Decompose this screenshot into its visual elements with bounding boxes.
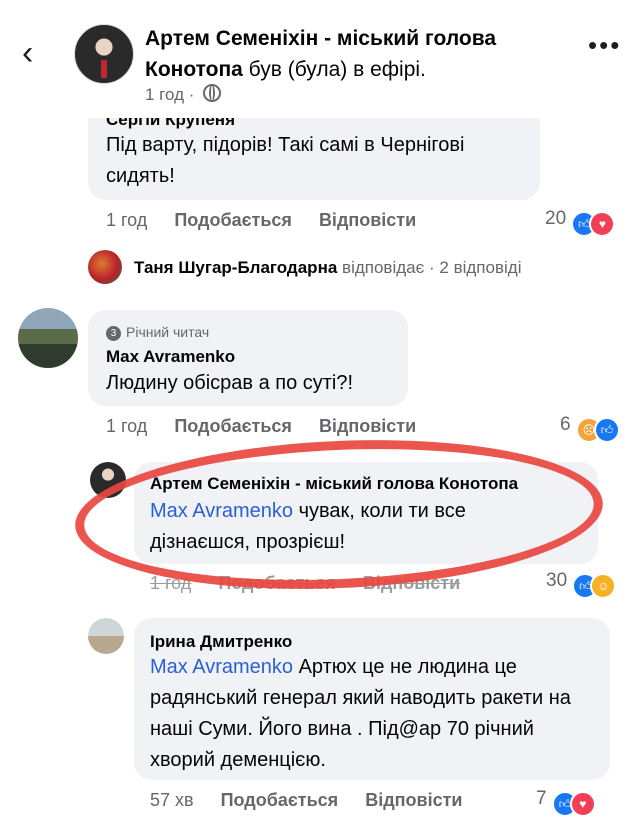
fan-badge: 3 Річний читач bbox=[106, 324, 209, 341]
comment-actions: 1 год Подобається Відповісти bbox=[150, 573, 482, 594]
like-button[interactable]: Подобається bbox=[221, 790, 339, 810]
comment-text: Людину обісрав а по суті?! bbox=[106, 372, 354, 394]
badge-icon: 3 bbox=[106, 326, 121, 341]
comment-text: Під варту, підорів! Такі самі в Чернігов… bbox=[106, 134, 465, 187]
like-reaction-icon: 👍︎ bbox=[593, 417, 620, 443]
view-replies-link[interactable]: Таня Шугар-Благодарна відповідає · 2 від… bbox=[134, 258, 521, 278]
reply-button[interactable]: Відповісти bbox=[365, 790, 462, 810]
post-meta: 1 год · bbox=[145, 84, 222, 105]
replies-count: · 2 відповіді bbox=[429, 258, 522, 277]
ellipsis-icon[interactable]: ••• bbox=[588, 30, 621, 61]
comment-time[interactable]: 57 хв bbox=[150, 790, 194, 810]
comment-bubble: 3 Річний читач Max Avramenko Людину обіср… bbox=[88, 310, 408, 406]
comment-actions: 1 год Подобається Відповісти bbox=[106, 210, 438, 231]
mention-link[interactable]: Max Avramenko bbox=[150, 500, 293, 522]
badge-label: Річний читач bbox=[126, 324, 210, 340]
comment-text: Max Avramenko Артюх це не людина це радя… bbox=[150, 652, 580, 776]
post-header: ‹ Артем Семеніхін - міський голова Конот… bbox=[0, 0, 638, 118]
comment-actions: 1 год Подобається Відповісти bbox=[106, 416, 438, 437]
replies-verb: відповідає bbox=[342, 258, 425, 277]
avatar[interactable] bbox=[88, 618, 124, 654]
reply-button[interactable]: Відповісти bbox=[319, 416, 416, 436]
post-time[interactable]: 1 год bbox=[145, 85, 184, 104]
reaction-summary[interactable]: 6 ☹ 👍︎ bbox=[560, 414, 620, 443]
comment-author[interactable]: Ірина Дмитренко bbox=[150, 632, 292, 652]
comment-author[interactable]: Артем Семеніхін - міський голова Конотоп… bbox=[150, 474, 590, 494]
replier-name: Таня Шугар-Благодарна bbox=[134, 258, 338, 277]
love-reaction-icon: ♥ bbox=[589, 211, 616, 237]
page-avatar[interactable] bbox=[74, 24, 134, 84]
avatar[interactable] bbox=[18, 308, 78, 368]
live-status-text: був (була) в ефірі. bbox=[242, 58, 426, 81]
reaction-count: 30 bbox=[546, 570, 568, 591]
comment-author[interactable]: Max Avramenko bbox=[106, 347, 235, 367]
like-button[interactable]: Подобається bbox=[174, 210, 292, 230]
comment-actions: 57 хв Подобається Відповісти bbox=[150, 790, 484, 811]
mention-link[interactable]: Max Avramenko bbox=[150, 656, 293, 678]
post-title: Артем Семеніхін - міський голова Конотоп… bbox=[145, 23, 585, 85]
reaction-count: 7 bbox=[536, 788, 547, 809]
comment-bubble: Ірина Дмитренко Max Avramenko Артюх це н… bbox=[134, 618, 610, 780]
like-button[interactable]: Подобається bbox=[218, 573, 336, 593]
reaction-summary[interactable]: 7 👍︎ ♥ bbox=[536, 788, 596, 817]
comment-time[interactable]: 1 год bbox=[106, 210, 147, 230]
avatar[interactable] bbox=[88, 250, 122, 284]
comment-text: Max Avramenko чувак, коли ти все дізнаєш… bbox=[150, 496, 570, 558]
love-reaction-icon: ♥ bbox=[569, 791, 596, 817]
reaction-count: 20 bbox=[545, 208, 567, 229]
comment-time[interactable]: 1 год bbox=[150, 573, 191, 593]
reply-button[interactable]: Відповісти bbox=[319, 210, 416, 230]
like-button[interactable]: Подобається bbox=[174, 416, 292, 436]
care-reaction-icon: ☺ bbox=[590, 573, 617, 599]
back-chevron-icon[interactable]: ‹ bbox=[22, 36, 33, 70]
globe-icon bbox=[203, 84, 222, 102]
reaction-summary[interactable]: 30 👍︎ ☺ bbox=[546, 570, 617, 599]
reply-button[interactable]: Відповісти bbox=[363, 573, 460, 593]
reaction-count: 6 bbox=[560, 414, 571, 435]
avatar[interactable] bbox=[90, 462, 126, 498]
comment-time[interactable]: 1 год bbox=[106, 416, 147, 436]
reaction-summary[interactable]: 20 👍︎ ♥ bbox=[545, 208, 616, 237]
comment-bubble: Артем Семеніхін - міський голова Конотоп… bbox=[134, 462, 598, 564]
